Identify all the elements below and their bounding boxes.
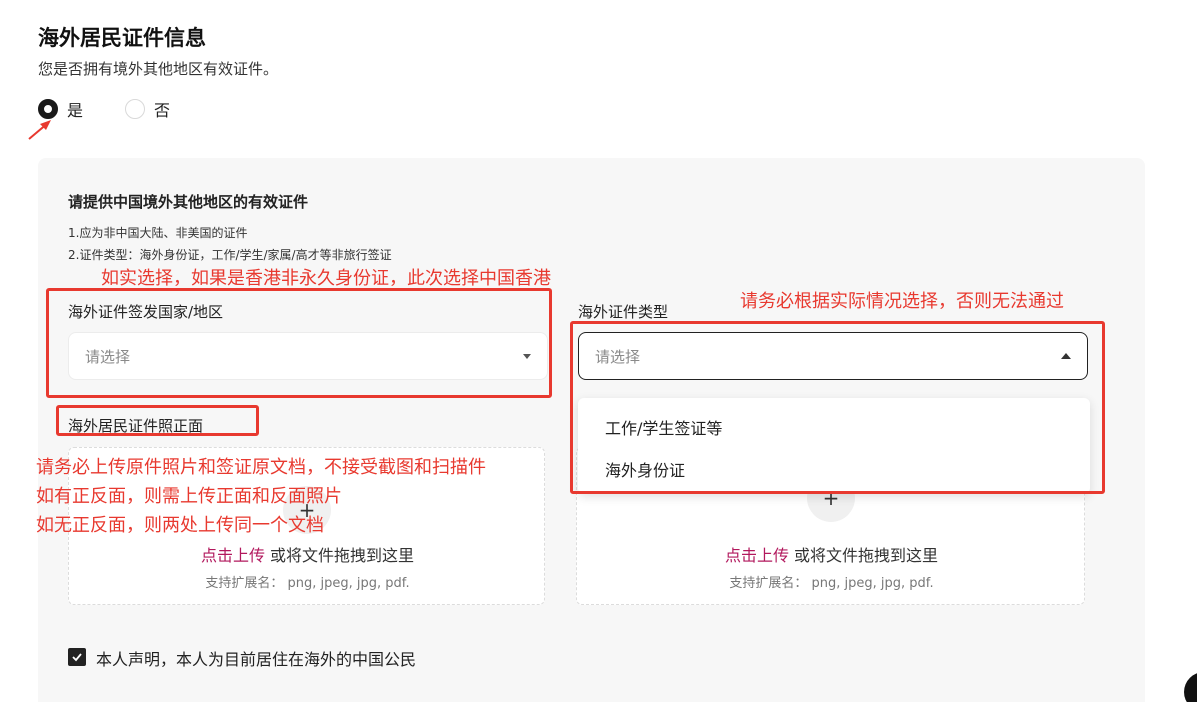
floating-help-button[interactable]	[1184, 672, 1197, 702]
annotation-upload-note-3: 如无正反面，则两处上传同一个文档	[36, 515, 324, 536]
section-title: 请提供中国境外其他地区的有效证件	[68, 193, 309, 211]
annotation-type-note: 请务必根据实际情况选择，否则无法通过	[740, 291, 1064, 312]
radio-no-label: 否	[154, 101, 171, 120]
radio-no-circle[interactable]	[125, 99, 145, 119]
annotation-upload-note-2: 如有正反面，则需上传正面和反面照片	[36, 486, 342, 507]
radio-no[interactable]: 否	[125, 97, 170, 121]
checkmark-icon	[72, 653, 82, 662]
annotation-box-front-label	[56, 405, 259, 436]
front-upload-text: 点击上传 或将文件拖拽到这里	[69, 542, 546, 566]
declaration-checkbox[interactable]	[68, 648, 86, 666]
annotation-box-type	[570, 321, 1105, 494]
annotation-box-country	[46, 288, 552, 398]
page-subtitle: 您是否拥有境外其他地区有效证件。	[38, 60, 279, 78]
declaration-label: 本人声明，本人为目前居住在海外的中国公民	[96, 650, 417, 669]
back-upload-link[interactable]: 点击上传	[725, 546, 789, 565]
page-title: 海外居民证件信息	[38, 26, 206, 50]
annotation-arrow-icon	[28, 120, 51, 140]
section-note-1: 1.应为非中国大陆、非美国的证件	[68, 226, 248, 240]
annotation-country-note: 如实选择，如果是香港非永久身份证，此次选择中国香港	[101, 268, 551, 289]
front-upload-drag-text: 或将文件拖拽到这里	[264, 546, 415, 565]
annotation-upload-note-1: 请务必上传原件照片和签证原文档，不接受截图和扫描件	[36, 457, 486, 478]
radio-yes-label: 是	[67, 101, 84, 120]
type-field-label: 海外证件类型	[578, 303, 669, 321]
front-upload-hint: 支持扩展名： png, jpeg, jpg, pdf.	[205, 576, 410, 591]
section-note-2: 2.证件类型：海外身份证，工作/学生/家属/高才等非旅行签证	[68, 248, 392, 262]
back-upload-hint: 支持扩展名： png, jpeg, jpg, pdf.	[729, 576, 934, 591]
back-upload-text: 点击上传 或将文件拖拽到这里	[577, 542, 1086, 566]
front-upload-link[interactable]: 点击上传	[201, 546, 265, 565]
back-upload-drag-text: 或将文件拖拽到这里	[788, 546, 939, 565]
